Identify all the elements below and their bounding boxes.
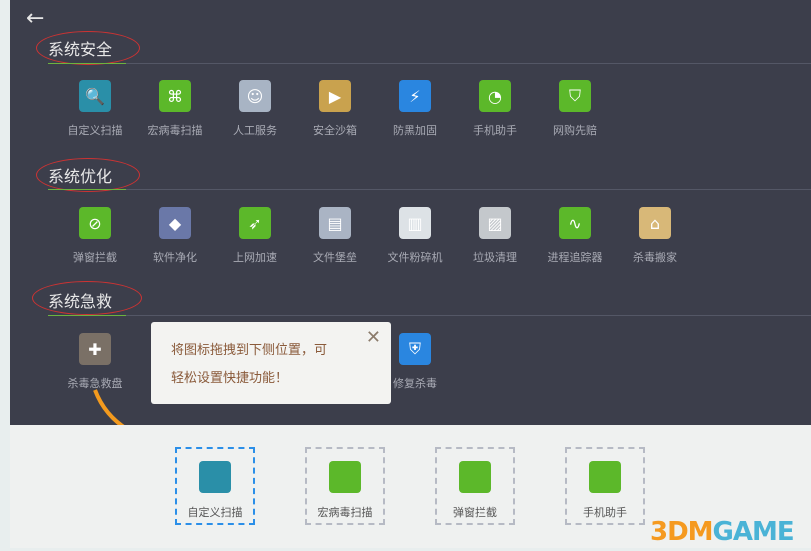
shredder-icon: ▥ bbox=[399, 207, 431, 239]
shortcut-slot[interactable]: 弹窗拦截 bbox=[435, 447, 515, 525]
tool-label: 人工服务 bbox=[233, 124, 277, 137]
tooltip-line: 轻松设置快捷功能！ bbox=[171, 371, 289, 386]
shortcut-icon bbox=[329, 461, 361, 493]
tool-label: 垃圾清理 bbox=[473, 251, 517, 264]
phone-assistant-icon: ◔ bbox=[479, 80, 511, 112]
watermark-logo: 3DMGAME bbox=[650, 517, 795, 547]
shortcut-label: 宏病毒扫描 bbox=[317, 506, 373, 519]
shortcut-icon bbox=[459, 461, 491, 493]
rescue-disk-icon: ✚ bbox=[79, 333, 111, 365]
tool-label: 手机助手 bbox=[473, 124, 517, 137]
tool-item[interactable]: ⌂ 杀毒搬家 bbox=[615, 207, 695, 265]
shopping-shield-icon: ⛉ bbox=[559, 80, 591, 112]
shortcut-slot[interactable]: 自定义扫描 bbox=[175, 447, 255, 525]
tool-label: 杀毒搬家 bbox=[633, 251, 677, 264]
rocket-icon: ➶ bbox=[239, 207, 271, 239]
tool-item[interactable]: ✚ 杀毒急救盘 bbox=[55, 333, 135, 391]
tool-item[interactable]: ☺ 人工服务 bbox=[215, 80, 295, 138]
section-title: 系统急救 bbox=[48, 292, 113, 311]
tool-item[interactable]: ➶ 上网加速 bbox=[215, 207, 295, 265]
tool-item[interactable]: ▥ 文件粉碎机 bbox=[375, 207, 455, 265]
shortcut-icon bbox=[589, 461, 621, 493]
software-clean-icon: ◆ bbox=[159, 207, 191, 239]
section-title: 系统安全 bbox=[48, 40, 113, 59]
file-fortress-icon: ▤ bbox=[319, 207, 351, 239]
tool-label: 自定义扫描 bbox=[67, 124, 123, 137]
tool-item[interactable]: ◔ 手机助手 bbox=[455, 80, 535, 138]
tool-label: 进程追踪器 bbox=[547, 251, 603, 264]
tool-label: 安全沙箱 bbox=[313, 124, 357, 137]
popup-block-icon: ⊘ bbox=[79, 207, 111, 239]
tooltip-line: 将图标拖拽到下侧位置，可 bbox=[171, 343, 328, 358]
tool-item[interactable]: ◆ 软件净化 bbox=[135, 207, 215, 265]
tool-item[interactable]: ▤ 文件堡垒 bbox=[295, 207, 375, 265]
tool-item[interactable]: ▨ 垃圾清理 bbox=[455, 207, 535, 265]
lightning-icon: ⚡ bbox=[399, 80, 431, 112]
tool-item[interactable]: 🔍 自定义扫描 bbox=[55, 80, 135, 138]
tool-label: 防黑加固 bbox=[393, 124, 437, 137]
shortcut-label: 手机助手 bbox=[583, 506, 627, 519]
tool-label: 弹窗拦截 bbox=[73, 251, 117, 264]
doctor-icon: ☺ bbox=[239, 80, 271, 112]
divider bbox=[48, 315, 811, 316]
tool-item[interactable]: ⊘ 弹窗拦截 bbox=[55, 207, 135, 265]
shortcut-label: 自定义扫描 bbox=[187, 506, 243, 519]
shortcut-slot[interactable]: 宏病毒扫描 bbox=[305, 447, 385, 525]
process-tracker-icon: ∿ bbox=[559, 207, 591, 239]
back-arrow-icon[interactable]: ← bbox=[26, 6, 44, 31]
section-title: 系统优化 bbox=[48, 167, 113, 186]
tool-label: 上网加速 bbox=[233, 251, 277, 264]
repair-shield-icon: ⛨ bbox=[399, 333, 431, 365]
shortcut-icon bbox=[199, 461, 231, 493]
tools-panel: ← 系统安全 系统优化 系统急救 🔍 自定义扫描 ⌘ 宏病毒扫描 ☺ 人工服务 ▶ 安全沙箱 ⚡… bbox=[10, 0, 811, 425]
divider bbox=[48, 63, 811, 64]
magnifier-icon: 🔍 bbox=[79, 80, 111, 112]
tool-item[interactable]: ▶ 安全沙箱 bbox=[295, 80, 375, 138]
tool-label: 文件堡垒 bbox=[313, 251, 357, 264]
tool-label: 软件净化 bbox=[153, 251, 197, 264]
shortcut-slot[interactable]: 手机助手 bbox=[565, 447, 645, 525]
house-icon: ⌂ bbox=[639, 207, 671, 239]
drag-hint-tooltip: 将图标拖拽到下侧位置，可 轻松设置快捷功能！ ✕ bbox=[151, 322, 391, 404]
tool-item[interactable]: ⌘ 宏病毒扫描 bbox=[135, 80, 215, 138]
tool-label: 宏病毒扫描 bbox=[147, 124, 203, 137]
sandbox-icon: ▶ bbox=[319, 80, 351, 112]
tool-item[interactable]: ∿ 进程追踪器 bbox=[535, 207, 615, 265]
tool-label: 网购先赔 bbox=[553, 124, 597, 137]
shortcut-label: 弹窗拦截 bbox=[453, 506, 497, 519]
divider bbox=[48, 189, 811, 190]
junk-clean-icon: ▨ bbox=[479, 207, 511, 239]
tool-item[interactable]: ⛉ 网购先赔 bbox=[535, 80, 615, 138]
tool-item[interactable]: ⚡ 防黑加固 bbox=[375, 80, 455, 138]
close-icon[interactable]: ✕ bbox=[366, 324, 381, 352]
tool-label: 文件粉碎机 bbox=[387, 251, 443, 264]
macro-virus-icon: ⌘ bbox=[159, 80, 191, 112]
